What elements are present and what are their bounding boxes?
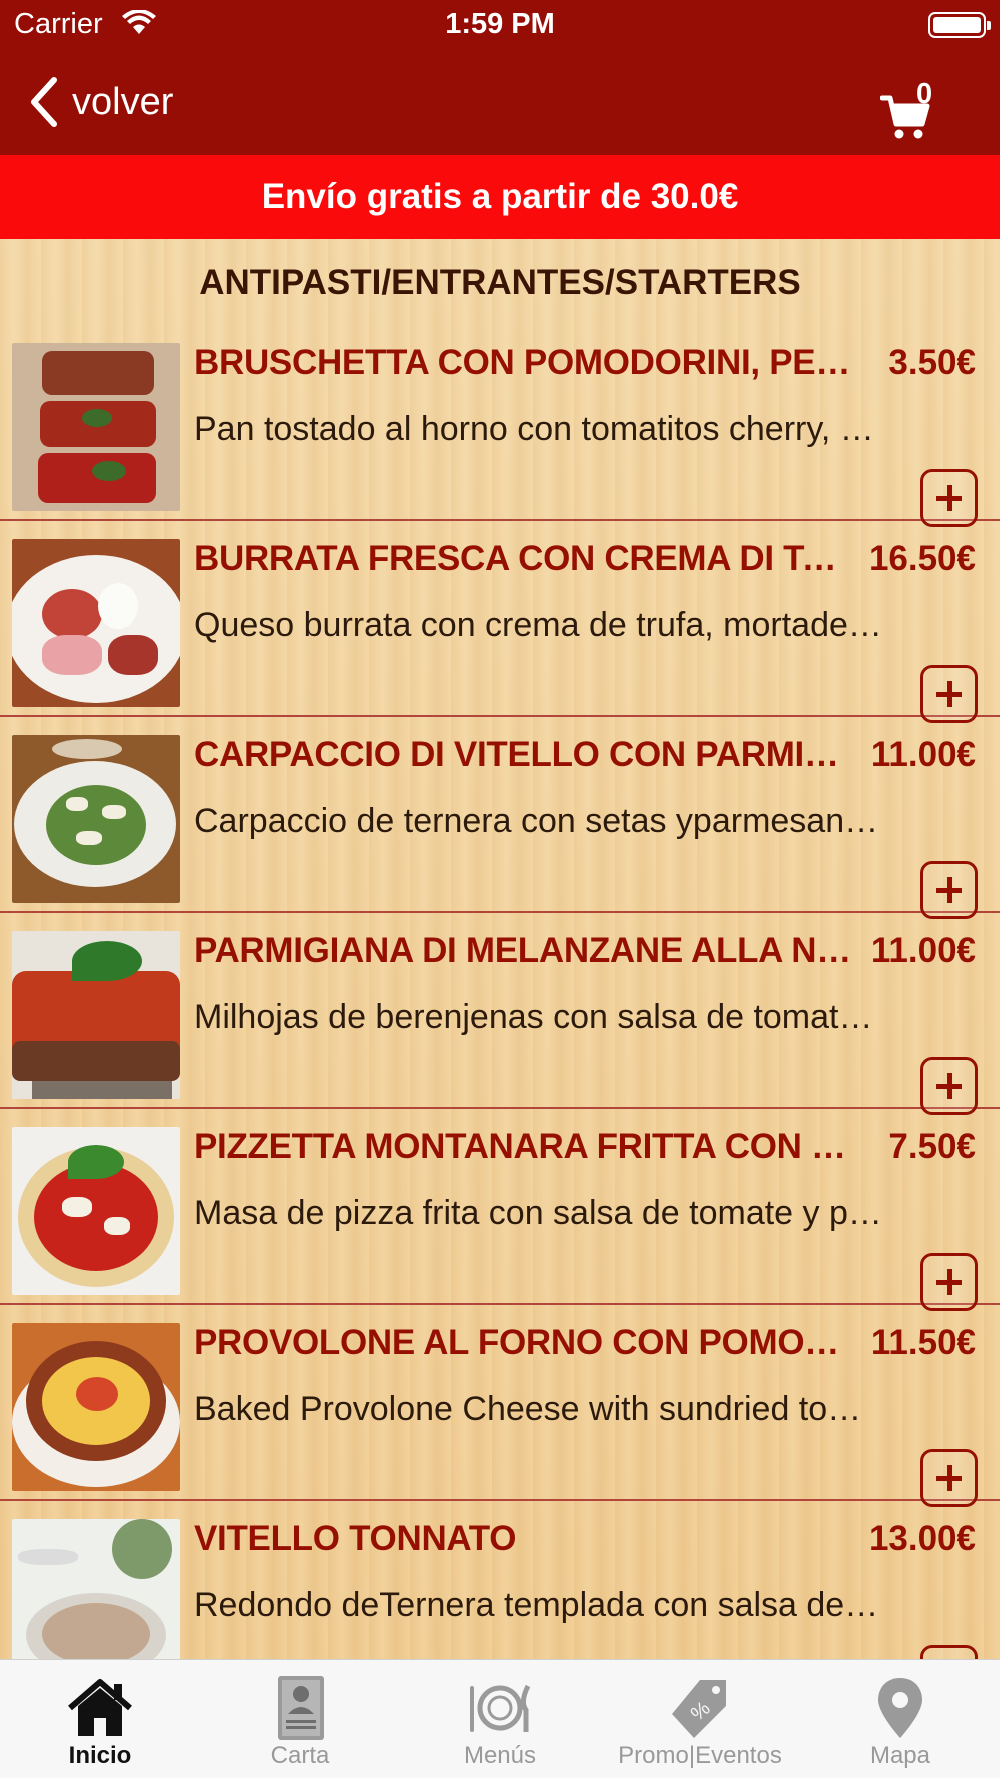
dish-description: Queso burrata con crema de trufa, mortad… (194, 606, 884, 644)
plate-cutlery-icon (470, 1684, 531, 1732)
tab-carta[interactable]: Carta (200, 1660, 400, 1778)
menu-card-icon (278, 1676, 324, 1740)
dish-image (12, 539, 180, 707)
tab-label: Inicio (68, 1742, 132, 1769)
tag-percent-icon: % (672, 1680, 726, 1738)
list-item[interactable]: BURRATA FRESCA CON CREMA DI TARTU... 16.… (0, 521, 1000, 723)
add-to-cart-button[interactable] (920, 665, 978, 723)
dish-image (12, 1323, 180, 1491)
add-to-cart-button[interactable] (920, 1449, 978, 1507)
dish-description: Redondo deTernera templada con salsa de … (194, 1586, 884, 1624)
cart-icon (880, 95, 930, 139)
menu-list[interactable]: ANTIPASTI/ENTRANTES/STARTERS BRUSCHETTA … (0, 239, 1000, 1659)
tab-label: Promo|Eventos (618, 1742, 782, 1769)
dish-price: 13.00€ (868, 1519, 976, 1558)
add-to-cart-button[interactable] (920, 469, 978, 527)
list-item[interactable]: BRUSCHETTA CON POMODORINI, PESTO... 3.50… (0, 325, 1000, 527)
dish-description: Masa de pizza frita con salsa de tomate … (194, 1194, 884, 1232)
dish-description: Pan tostado al horno con tomatitos cherr… (194, 410, 884, 448)
tab-menus[interactable]: Menús (400, 1660, 600, 1778)
dish-image (12, 931, 180, 1099)
dish-name: CARPACCIO DI VITELLO CON PARMIGIA... (194, 735, 854, 774)
dish-price: 3.50€ (888, 343, 976, 382)
add-to-cart-button[interactable] (920, 1253, 978, 1311)
add-to-cart-button[interactable] (920, 861, 978, 919)
dish-image (12, 1127, 180, 1295)
free-shipping-banner: Envío gratis a partir de 30.0€ (0, 155, 1000, 239)
dish-name: VITELLO TONNATO (194, 1519, 517, 1558)
dish-description: Baked Provolone Cheese with sundried tom… (194, 1390, 884, 1428)
map-pin-icon (878, 1678, 922, 1738)
dish-name: PROVOLONE AL FORNO CON POMODOR... (194, 1323, 854, 1362)
tab-label: Mapa (869, 1742, 931, 1769)
dish-description: Milhojas de berenjenas con salsa de toma… (194, 998, 884, 1036)
section-title: ANTIPASTI/ENTRANTES/STARTERS (199, 263, 801, 302)
add-to-cart-button[interactable] (920, 1645, 978, 1659)
add-to-cart-button[interactable] (920, 1057, 978, 1115)
tab-promo-eventos[interactable]: % Promo|Eventos (600, 1660, 800, 1778)
dish-image (12, 735, 180, 903)
chevron-left-icon (31, 77, 57, 127)
dish-image (12, 1519, 180, 1659)
list-item[interactable]: CARPACCIO DI VITELLO CON PARMIGIA... 11.… (0, 717, 1000, 919)
status-bar: Carrier 1:59 PM (0, 0, 1000, 50)
dish-name: BURRATA FRESCA CON CREMA DI TARTU... (194, 539, 854, 578)
tab-label: Menús (463, 1742, 537, 1769)
dish-description: Carpaccio de ternera con setas yparmesan… (194, 802, 884, 840)
list-item[interactable]: PARMIGIANA DI MELANZANE ALLA NAP... 11.0… (0, 913, 1000, 1115)
top-bar: Carrier 1:59 PM volver 0 (0, 0, 1000, 155)
battery-icon (928, 12, 991, 38)
back-button[interactable]: volver (26, 72, 173, 132)
dish-price: 11.00€ (870, 735, 976, 774)
dish-price: 7.50€ (888, 1127, 976, 1166)
home-icon (68, 1679, 132, 1736)
dish-name: PIZZETTA MONTANARA FRITTA CON SAL... (194, 1127, 854, 1166)
tab-inicio[interactable]: Inicio (0, 1660, 200, 1778)
cart-button[interactable]: 0 (876, 78, 932, 146)
dish-name: BRUSCHETTA CON POMODORINI, PESTO... (194, 343, 854, 382)
dish-name: PARMIGIANA DI MELANZANE ALLA NAP... (194, 931, 854, 970)
list-item[interactable]: VITELLO TONNATO 13.00€ Redondo deTernera… (0, 1501, 1000, 1659)
dish-price: 11.50€ (870, 1323, 976, 1362)
list-item[interactable]: PROVOLONE AL FORNO CON POMODOR... 11.50€… (0, 1305, 1000, 1507)
dish-image (12, 343, 180, 511)
tab-bar: Inicio Carta Menús % Promo|Eventos Mapa (0, 1659, 1000, 1778)
tab-mapa[interactable]: Mapa (800, 1660, 1000, 1778)
dish-price: 11.00€ (870, 931, 976, 970)
back-label: volver (72, 80, 174, 123)
dish-price: 16.50€ (868, 539, 976, 578)
list-item[interactable]: PIZZETTA MONTANARA FRITTA CON SAL... 7.5… (0, 1109, 1000, 1311)
tab-label: Carta (270, 1742, 330, 1769)
status-time: 1:59 PM (445, 8, 555, 40)
